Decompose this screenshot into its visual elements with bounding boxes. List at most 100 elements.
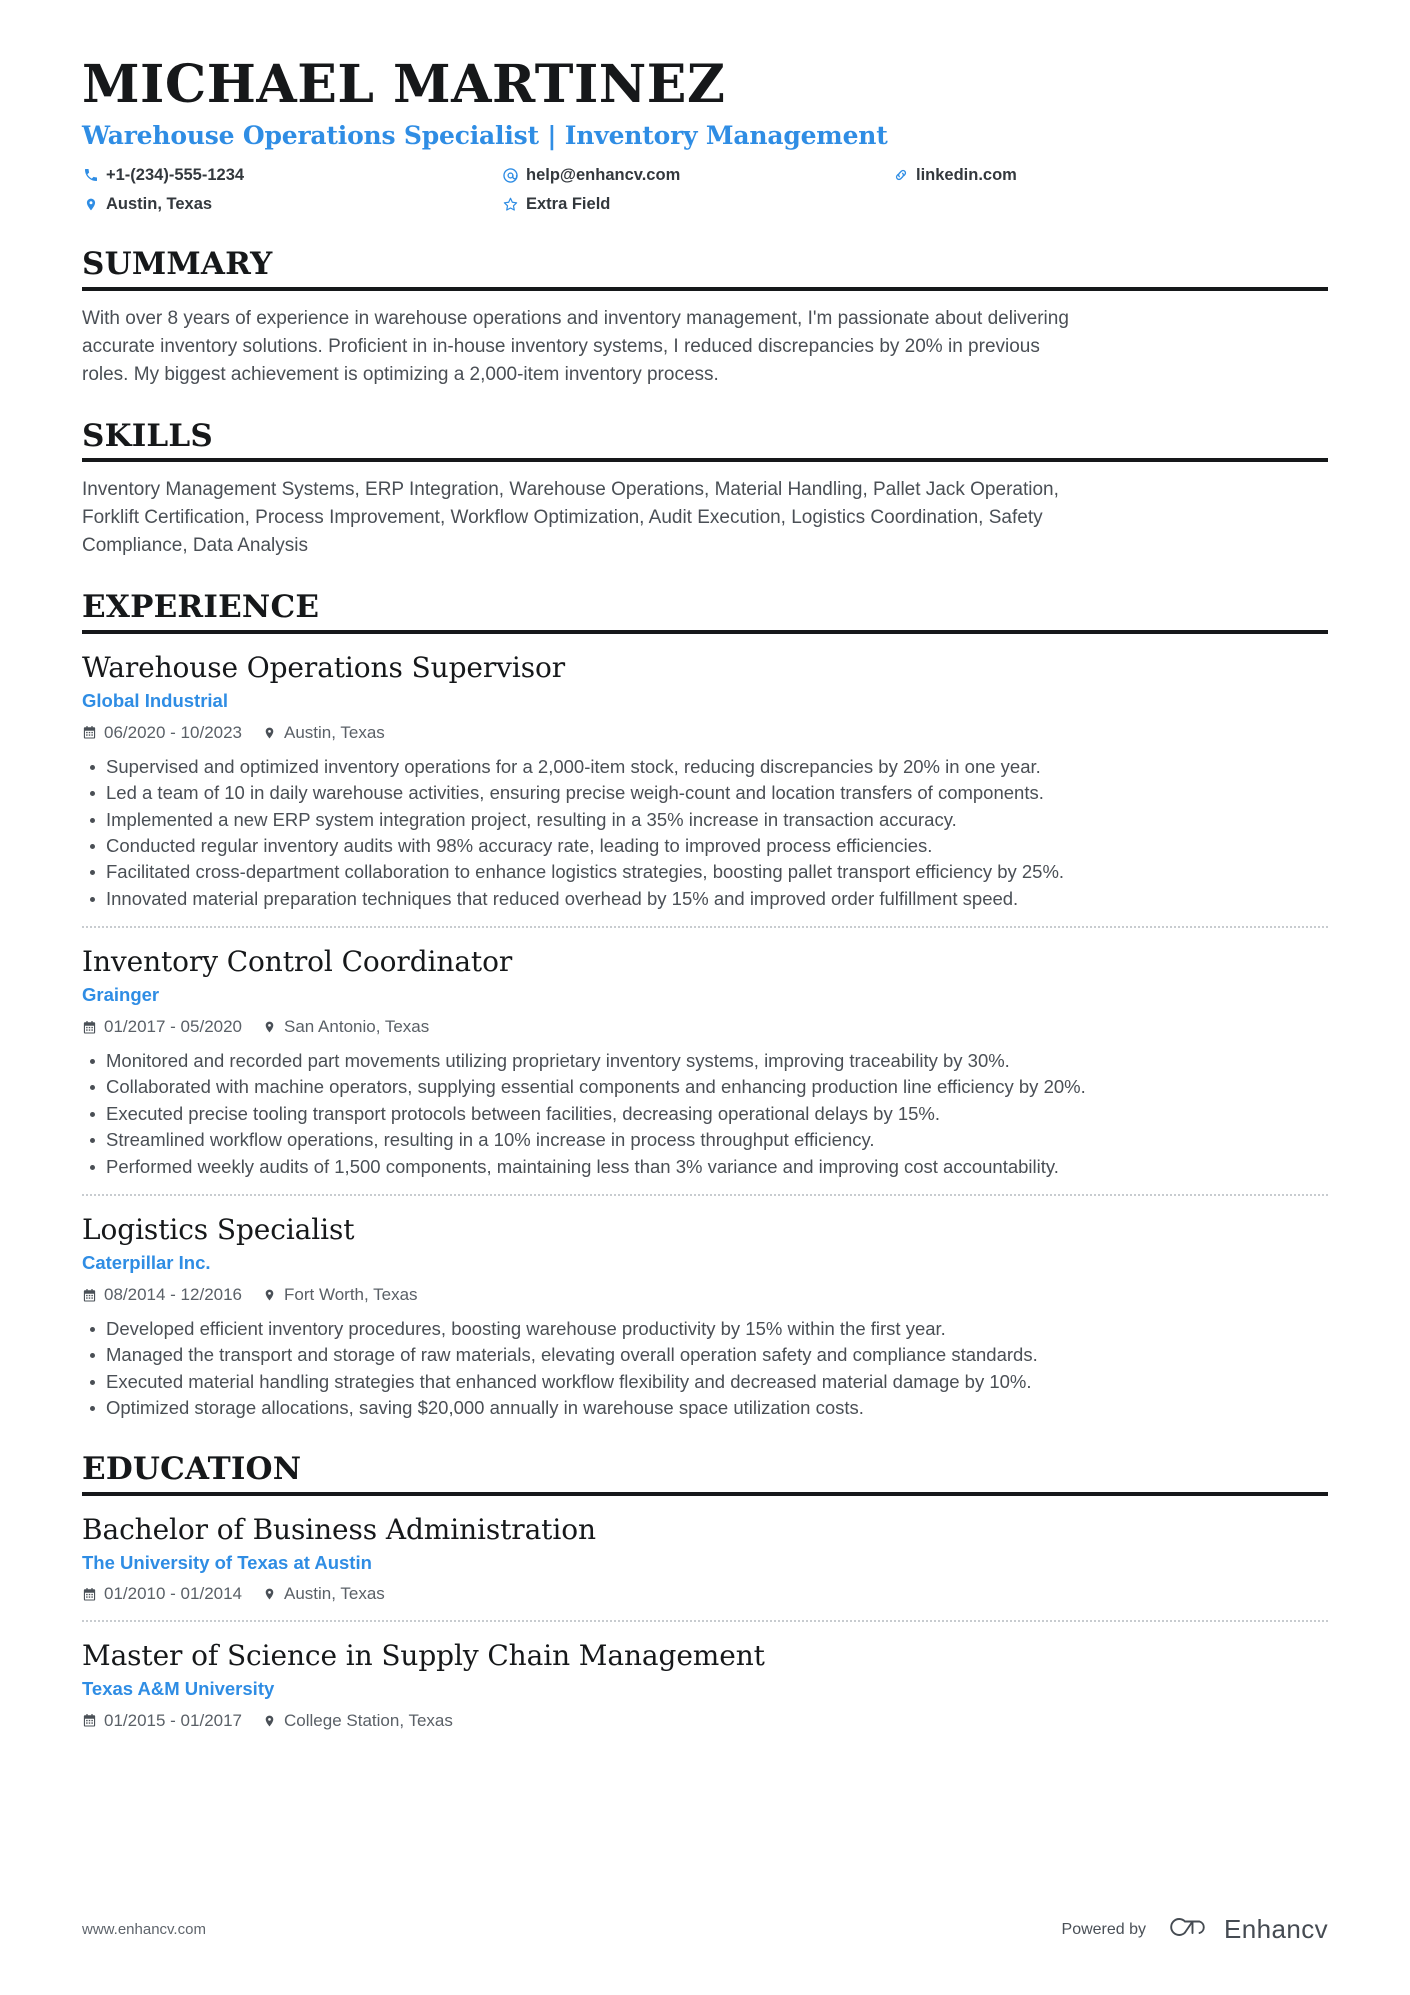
section-summary-title: SUMMARY: [82, 246, 273, 283]
experience-list: Warehouse Operations Supervisor Global In…: [82, 634, 1328, 1422]
contact-location[interactable]: Austin, Texas: [82, 192, 502, 217]
entry-bullet: Monitored and recorded part movements ut…: [82, 1048, 1328, 1074]
entry-dates: 01/2015 - 01/2017: [82, 1709, 242, 1733]
education-entry: Master of Science in Supply Chain Manage…: [82, 1620, 1328, 1733]
entry-dates: 08/2014 - 12/2016: [82, 1283, 242, 1307]
entry-bullet: Executed material handling strategies th…: [82, 1369, 1328, 1395]
entry-dates-value: 06/2020 - 10/2023: [104, 722, 243, 742]
entry-title: Bachelor of Business Administration: [82, 1512, 596, 1546]
entry-bullet: Developed efficient inventory procedures…: [82, 1316, 1328, 1342]
contact-phone[interactable]: +1-(234)-555-1234: [82, 163, 502, 188]
entry-location-value: Austin, Texas: [284, 1584, 385, 1604]
entry-organization[interactable]: The University of Texas at Austin: [82, 1550, 1328, 1576]
entry-meta: 01/2015 - 01/2017 College Station, Texas: [82, 1709, 1328, 1733]
entry-meta: 01/2017 - 05/2020 San Antonio, Texas: [82, 1015, 1328, 1039]
page-footer: www.enhancv.com Powered by Enhancv: [82, 1912, 1328, 1947]
entry-bullet: Conducted regular inventory audits with …: [82, 833, 1328, 859]
entry-dates: 06/2020 - 10/2023: [82, 721, 242, 745]
contact-linkedin-value: linkedin.com: [916, 165, 1017, 184]
entry-location: Austin, Texas: [262, 1582, 385, 1606]
entry-bullets: Monitored and recorded part movements ut…: [82, 1048, 1328, 1180]
contact-location-value: Austin, Texas: [106, 195, 213, 214]
contact-phone-value: +1-(234)-555-1234: [106, 165, 245, 184]
entry-location: San Antonio, Texas: [262, 1015, 429, 1039]
calendar-icon: [82, 1713, 97, 1729]
location-icon: [262, 1019, 277, 1035]
email-icon: [502, 167, 519, 184]
entry-organization[interactable]: Caterpillar Inc.: [82, 1250, 1328, 1276]
enhancv-brand: Enhancv: [1162, 1912, 1328, 1947]
entry-bullet: Managed the transport and storage of raw…: [82, 1342, 1328, 1368]
phone-icon: [82, 167, 99, 184]
section-skills: SKILLS Inventory Management Systems, ERP…: [82, 417, 1328, 560]
entry-dates-value: 01/2015 - 01/2017: [104, 1711, 243, 1731]
entry-bullet: Supervised and optimized inventory opera…: [82, 754, 1328, 780]
enhancv-wordmark: Enhancv: [1224, 1914, 1328, 1944]
entry-organization[interactable]: Grainger: [82, 982, 1328, 1008]
entry-bullet: Collaborated with machine operators, sup…: [82, 1074, 1328, 1100]
entry-bullet: Executed precise tooling transport proto…: [82, 1101, 1328, 1127]
footer-url[interactable]: www.enhancv.com: [82, 1921, 206, 1938]
entry-bullet: Performed weekly audits of 1,500 compone…: [82, 1154, 1328, 1180]
section-skills-title: SKILLS: [82, 417, 214, 454]
contact-extra-field-value: Extra Field: [526, 195, 611, 214]
link-icon: [892, 167, 909, 184]
location-icon: [262, 1287, 277, 1303]
entry-location-value: College Station, Texas: [284, 1711, 453, 1731]
entry-bullet: Streamlined workflow operations, resulti…: [82, 1127, 1328, 1153]
entry-location: Fort Worth, Texas: [262, 1283, 418, 1307]
entry-location-value: San Antonio, Texas: [284, 1017, 430, 1037]
resume-page: MICHAEL MARTINEZ Warehouse Operations Sp…: [0, 0, 1410, 1995]
entry-location-value: Fort Worth, Texas: [284, 1285, 418, 1305]
location-icon: [262, 725, 277, 741]
entry-meta: 08/2014 - 12/2016 Fort Worth, Texas: [82, 1283, 1328, 1307]
powered-by-label: Powered by: [1061, 1920, 1147, 1938]
entry-bullet: Implemented a new ERP system integration…: [82, 807, 1328, 833]
contact-info: +1-(234)-555-1234 help@enhancv.com linke…: [82, 163, 1328, 218]
candidate-name: MICHAEL MARTINEZ: [82, 54, 726, 115]
calendar-icon: [82, 725, 97, 741]
experience-entry: Logistics Specialist Caterpillar Inc. 08/2…: [82, 1194, 1328, 1422]
entry-dates: 01/2010 - 01/2014: [82, 1582, 242, 1606]
entry-title: Logistics Specialist: [82, 1213, 355, 1247]
entry-location: College Station, Texas: [262, 1709, 453, 1733]
skills-text: Inventory Management Systems, ERP Integr…: [82, 479, 1059, 557]
section-experience: EXPERIENCE Warehouse Operations Supervis…: [82, 590, 1328, 1422]
section-experience-title: EXPERIENCE: [82, 589, 320, 626]
entry-bullets: Supervised and optimized inventory opera…: [82, 754, 1328, 913]
entry-meta: 01/2010 - 01/2014 Austin, Texas: [82, 1582, 1328, 1606]
summary-text: With over 8 years of experience in wareh…: [82, 307, 1069, 385]
entry-bullet: Facilitated cross-department collaborati…: [82, 859, 1328, 885]
entry-title: Inventory Control Coordinator: [82, 945, 513, 979]
entry-bullets: Developed efficient inventory procedures…: [82, 1316, 1328, 1422]
entry-title: Warehouse Operations Supervisor: [82, 650, 566, 684]
star-icon: [502, 196, 519, 213]
education-list: Bachelor of Business Administration The U…: [82, 1496, 1328, 1733]
entry-meta: 06/2020 - 10/2023 Austin, Texas: [82, 721, 1328, 745]
education-entry: Bachelor of Business Administration The U…: [82, 1510, 1328, 1607]
section-education: EDUCATION Bachelor of Business Administr…: [82, 1452, 1328, 1733]
entry-bullet: Innovated material preparation technique…: [82, 886, 1328, 912]
experience-entry: Warehouse Operations Supervisor Global In…: [82, 648, 1328, 912]
calendar-icon: [82, 1586, 97, 1602]
entry-dates-value: 01/2017 - 05/2020: [104, 1017, 243, 1037]
footer-branding: Powered by Enhancv: [1062, 1912, 1328, 1947]
contact-email-value: help@enhancv.com: [526, 165, 681, 184]
entry-organization[interactable]: Texas A&M University: [82, 1676, 1328, 1702]
candidate-headline: Warehouse Operations Specialist | Invent…: [82, 121, 888, 151]
entry-dates-value: 01/2010 - 01/2014: [104, 1584, 243, 1604]
entry-dates: 01/2017 - 05/2020: [82, 1015, 242, 1039]
entry-dates-value: 08/2014 - 12/2016: [104, 1285, 243, 1305]
section-education-title: EDUCATION: [82, 1450, 302, 1487]
contact-extra-field[interactable]: Extra Field: [502, 192, 892, 217]
entry-organization[interactable]: Global Industrial: [82, 688, 1328, 714]
entry-bullet: Optimized storage allocations, saving $2…: [82, 1395, 1328, 1421]
experience-entry: Inventory Control Coordinator Grainger 01/…: [82, 926, 1328, 1180]
enhancv-logo-icon: [1162, 1912, 1214, 1947]
location-icon: [82, 196, 99, 213]
resume-header: MICHAEL MARTINEZ Warehouse Operations Sp…: [82, 54, 1328, 218]
entry-bullet: Led a team of 10 in daily warehouse acti…: [82, 780, 1328, 806]
calendar-icon: [82, 1019, 97, 1035]
contact-email[interactable]: help@enhancv.com: [502, 163, 892, 188]
contact-linkedin[interactable]: linkedin.com: [892, 163, 1328, 188]
